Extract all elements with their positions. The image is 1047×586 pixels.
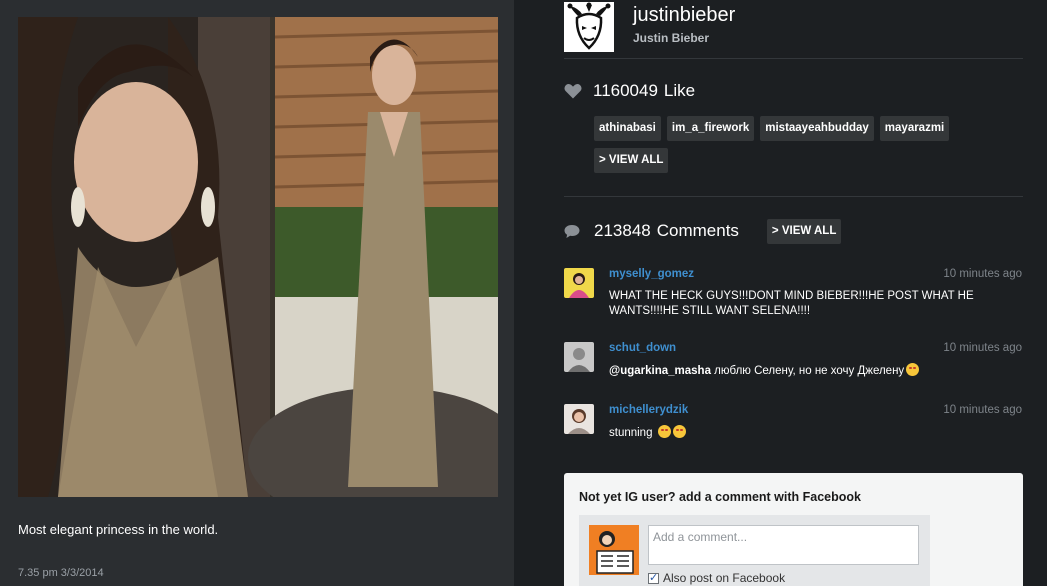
also-post-facebook-label: Also post on Facebook (663, 571, 786, 585)
also-post-facebook-option[interactable]: Also post on Facebook (648, 571, 785, 585)
comments-summary: 213848 Comments > VIEW ALL (564, 218, 842, 244)
facebook-comment-box: Not yet IG user? add a comment with Face… (564, 473, 1023, 586)
comment-text: stunning (609, 425, 1019, 441)
liker-tag[interactable]: mistaayeahbudday (760, 116, 874, 141)
commenter-avatar[interactable] (564, 342, 594, 372)
likes-summary: 1160049 Like (564, 80, 695, 102)
comment-label: Comments (656, 221, 739, 240)
commenter-avatar[interactable] (564, 404, 594, 434)
avatar-image (564, 404, 594, 434)
heart-eyes-emoji-icon (672, 425, 686, 438)
comments-view-all-button[interactable]: > VIEW ALL (766, 218, 842, 244)
heart-icon[interactable] (564, 83, 582, 99)
commenter-avatar[interactable] (564, 268, 594, 298)
photo-illustration (18, 17, 498, 497)
commenter-username[interactable]: myselly_gomez (609, 268, 694, 280)
like-count: 1160049 (593, 81, 658, 100)
commenter-username[interactable]: michellerydzik (609, 404, 688, 416)
facebook-comment-input[interactable] (648, 525, 919, 565)
post-timestamp: 7.35 pm 3/3/2014 (18, 567, 104, 579)
liker-tag[interactable]: athinabasi (594, 116, 661, 141)
liker-tag[interactable]: mayarazmi (879, 116, 950, 141)
post-details: justinbieber Justin Bieber 1160049 Like … (564, 0, 1023, 586)
facebook-default-avatar (589, 525, 639, 575)
post-panel: Most elegant princess in the world. 7.35… (0, 0, 514, 586)
comment-text: WHAT THE HECK GUYS!!!DONT MIND BIEBER!!!… (609, 290, 974, 317)
like-label: Like (663, 81, 696, 100)
speech-bubble-icon (564, 224, 580, 238)
pensive-emoji-icon (906, 363, 920, 376)
comment-time: 10 minutes ago (943, 342, 1022, 354)
avatar-image (564, 342, 594, 372)
comment-body: stunning (609, 427, 653, 439)
comment-time: 10 minutes ago (943, 268, 1022, 280)
profile-full-name: Justin Bieber (633, 31, 710, 45)
profile-username[interactable]: justinbieber (633, 4, 735, 27)
profile-avatar[interactable] (564, 2, 614, 52)
comment-text: @ugarkina_masha люблю Селену, но не хочу… (609, 363, 1019, 379)
comment-count: 213848 (594, 221, 651, 240)
avatar-image (564, 268, 594, 298)
heart-eyes-emoji-icon (657, 425, 671, 438)
divider (564, 196, 1023, 197)
comment-mention[interactable]: @ugarkina_masha (609, 365, 711, 377)
newspaper-reader-icon (589, 525, 639, 575)
facebook-comment-title: Not yet IG user? add a comment with Face… (579, 490, 861, 504)
liker-tag[interactable]: im_a_firework (666, 116, 755, 141)
comment-time: 10 minutes ago (943, 404, 1022, 416)
facebook-comment-form: Also post on Facebook (579, 515, 930, 586)
divider (564, 58, 1023, 59)
also-post-facebook-checkbox[interactable] (648, 571, 659, 584)
likers-list: athinabasi im_a_firework mistaayeahbudda… (594, 116, 1014, 173)
likes-view-all-button[interactable]: > VIEW ALL (594, 148, 669, 173)
post-photo[interactable] (18, 17, 498, 497)
commenter-username[interactable]: schut_down (609, 342, 676, 354)
jester-mask-icon (564, 2, 614, 52)
comment-body: люблю Селену, но не хочу Джелену (710, 365, 905, 377)
post-caption: Most elegant princess in the world. (18, 522, 219, 537)
